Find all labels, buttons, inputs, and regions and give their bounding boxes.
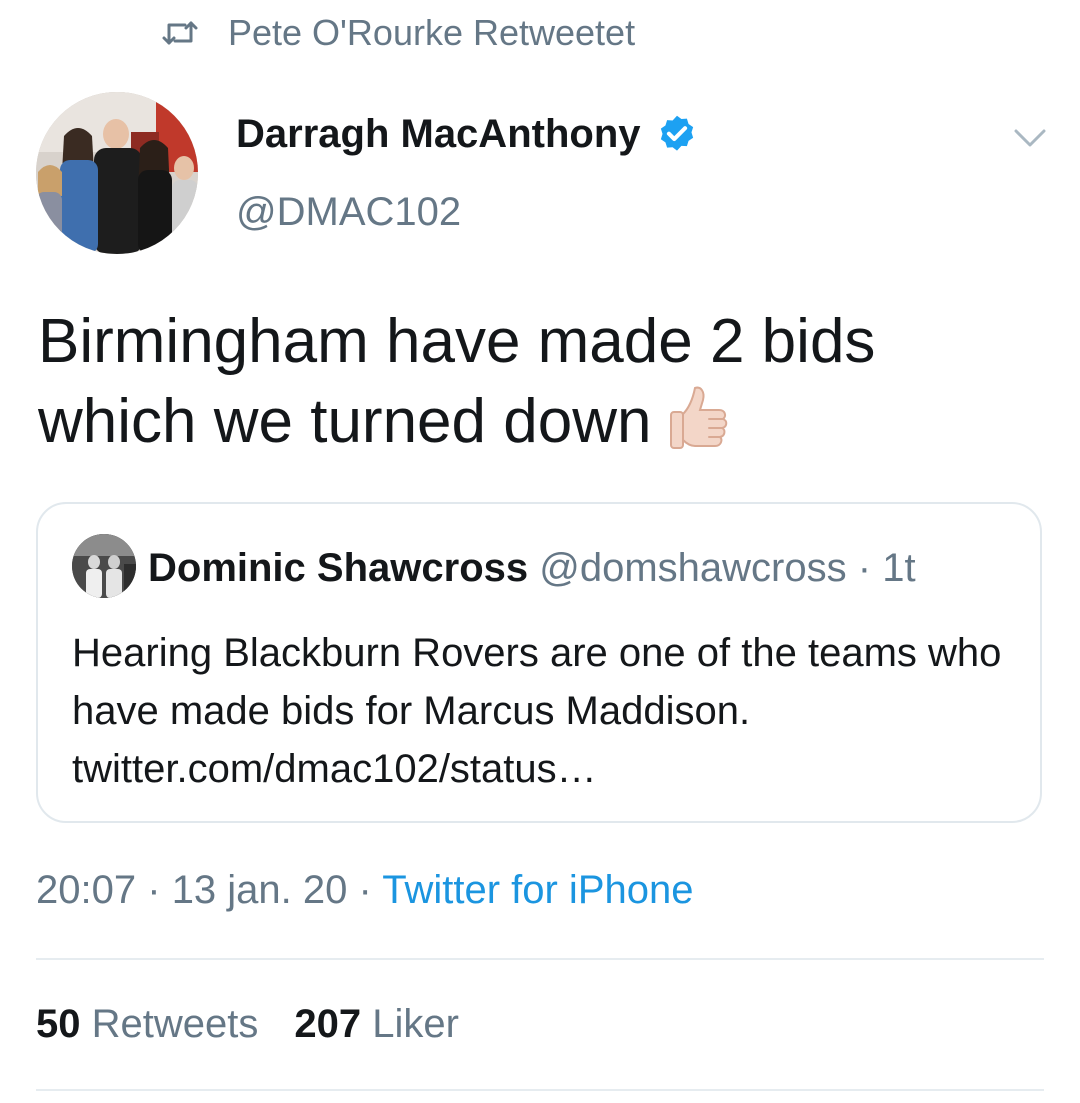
thumbs-up-icon [670,386,728,449]
tweet-stats: 50 Retweets 207 Liker [36,1002,459,1047]
quoted-timestamp[interactable]: 1t [882,546,915,590]
likes-label: Liker [372,1002,459,1046]
tweet-text: Birmingham have made 2 bids which we tur… [38,302,1048,462]
chevron-down-icon[interactable] [1010,118,1050,158]
meta-separator: · [147,868,161,912]
quoted-author-handle[interactable]: @domshawcross [539,546,846,590]
retweet-context[interactable]: Pete O'Rourke Retweetet [160,12,635,54]
retweets-count: 50 [36,1002,81,1046]
verified-badge-icon [660,115,693,151]
retweets-stat[interactable]: 50 Retweets [36,1002,258,1046]
quoted-tweet-text: Hearing Blackburn Rovers are one of the … [72,631,1002,791]
avatar-photo [36,92,198,254]
quoted-tweet-header: Dominic Shawcross @domshawcross · 1t [148,546,916,591]
tweet-source-link[interactable]: Twitter for iPhone [382,868,693,912]
tweet-time: 20:07 [36,868,137,912]
author-name: Darragh MacAnthony [236,112,641,156]
author-handle[interactable]: @DMAC102 [236,190,461,235]
tweet-body: Birmingham have made 2 bids which we tur… [38,307,876,456]
author-avatar[interactable] [36,92,198,254]
retweet-context-text: Pete O'Rourke Retweetet [228,12,636,53]
tweet-date: 13 jan. 20 [171,868,348,912]
quoted-tweet-card[interactable]: Dominic Shawcross @domshawcross · 1t Hea… [36,502,1042,823]
tweet-meta: 20:07 · 13 jan. 20 · Twitter for iPhone [36,868,693,913]
author-name-row[interactable]: Darragh MacAnthony [236,112,699,157]
quoted-author-name[interactable]: Dominic Shawcross [148,546,528,590]
retweets-label: Retweets [91,1002,259,1046]
quoted-separator: · [857,546,872,590]
likes-stat[interactable]: 207 Liker [294,1002,459,1046]
quoted-avatar-photo [72,534,136,598]
divider [36,958,1044,960]
divider [36,1089,1044,1091]
likes-count: 207 [294,1002,362,1046]
quoted-author-avatar[interactable] [72,534,136,598]
meta-separator: · [358,868,372,912]
retweet-icon [162,21,198,45]
